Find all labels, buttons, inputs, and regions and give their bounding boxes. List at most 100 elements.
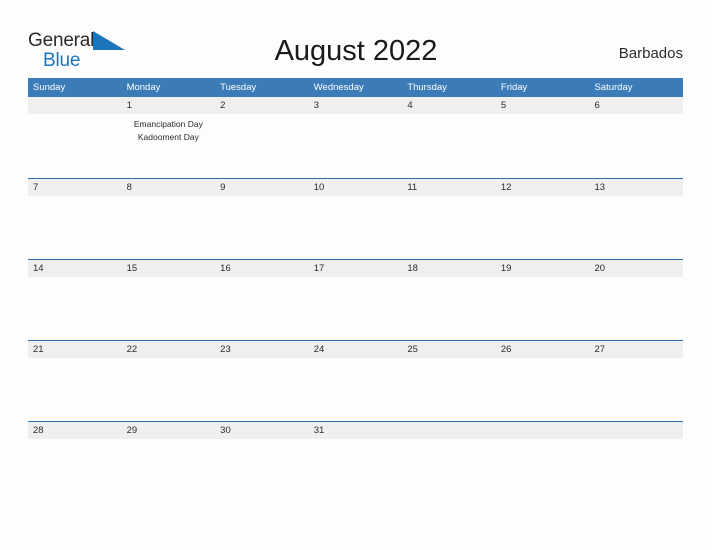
calendar-date-number[interactable]: 25 (402, 341, 496, 358)
calendar-day-events (122, 439, 216, 502)
calendar-day-events (122, 358, 216, 421)
calendar-day-events (402, 114, 496, 177)
calendar-date-number[interactable]: 29 (122, 422, 216, 439)
page-title: August 2022 (274, 35, 438, 67)
week-date-band: 14 15 16 17 18 19 20 (28, 260, 683, 277)
calendar-day-events (496, 358, 590, 421)
weekday-header-thursday: Thursday (407, 82, 447, 93)
country-label: Barbados (618, 45, 683, 62)
calendar-day-events (122, 196, 216, 259)
weekday-header-wednesday: Wednesday (313, 82, 364, 93)
calendar-date-number[interactable]: 14 (28, 260, 122, 277)
calendar-weeks: 1 2 3 4 5 6 Emancipation Day Kadooment Day 7 8 9 10… (28, 97, 683, 502)
calendar-date-number[interactable]: 7 (28, 179, 122, 196)
calendar-week-row: 1 2 3 4 5 6 Emancipation Day Kadooment Day (28, 97, 683, 178)
calendar-date-number[interactable]: 18 (402, 260, 496, 277)
calendar-day-events (215, 358, 309, 421)
calendar-date-number[interactable]: 10 (309, 179, 403, 196)
calendar-date-number[interactable]: 27 (589, 341, 683, 358)
calendar-day-events (589, 277, 683, 340)
calendar-day-events (215, 114, 309, 177)
calendar-date-number[interactable]: 9 (215, 179, 309, 196)
calendar-week-row: 28 29 30 31 (28, 421, 683, 502)
calendar-week-row: 14 15 16 17 18 19 20 (28, 259, 683, 340)
week-event-band: Emancipation Day Kadooment Day (28, 114, 683, 177)
calendar-day-events (589, 114, 683, 177)
calendar-week-row: 7 8 9 10 11 12 13 (28, 178, 683, 259)
calendar-date-number[interactable]: 23 (215, 341, 309, 358)
calendar-day-events (402, 439, 496, 502)
calendar-day-events (309, 358, 403, 421)
calendar-date-number[interactable]: 17 (309, 260, 403, 277)
calendar-date-number[interactable]: 4 (402, 97, 496, 114)
calendar-date-number (589, 422, 683, 439)
calendar-date-number[interactable]: 8 (122, 179, 216, 196)
week-event-band (28, 439, 683, 502)
calendar-day-events (215, 196, 309, 259)
calendar-day-events (309, 196, 403, 259)
page-header: General Blue August 2022 Barbados (0, 0, 712, 78)
calendar-day-events (496, 196, 590, 259)
calendar-day-events (496, 439, 590, 502)
calendar-day-events (122, 277, 216, 340)
calendar-date-number[interactable]: 6 (589, 97, 683, 114)
calendar-date-number[interactable]: 28 (28, 422, 122, 439)
weekday-header-tuesday: Tuesday (220, 82, 257, 93)
calendar-event-label: Emancipation Day (133, 119, 203, 129)
calendar-day-events (309, 277, 403, 340)
week-event-band (28, 277, 683, 340)
calendar-day-events (589, 439, 683, 502)
calendar-date-number[interactable]: 26 (496, 341, 590, 358)
calendar-week-row: 21 22 23 24 25 26 27 (28, 340, 683, 421)
calendar-date-number[interactable]: 22 (122, 341, 216, 358)
week-date-band: 7 8 9 10 11 12 13 (28, 179, 683, 196)
calendar-day-events (402, 277, 496, 340)
calendar-day-events (589, 196, 683, 259)
calendar-date-number[interactable]: 11 (402, 179, 496, 196)
calendar-day-events (402, 358, 496, 421)
calendar-day-events: Emancipation Day Kadooment Day (122, 114, 216, 177)
calendar-date-number (496, 422, 590, 439)
calendar-day-events (28, 196, 122, 259)
calendar-date-number[interactable]: 19 (496, 260, 590, 277)
calendar-day-events (28, 439, 122, 502)
calendar-day-events (28, 358, 122, 421)
calendar-day-events (28, 114, 122, 177)
calendar-date-number[interactable]: 24 (309, 341, 403, 358)
calendar-day-events (589, 358, 683, 421)
calendar-date-number (402, 422, 496, 439)
calendar-day-events (496, 277, 590, 340)
calendar-day-events (496, 114, 590, 177)
calendar-day-events (309, 114, 403, 177)
calendar-day-events (215, 439, 309, 502)
calendar-date-number[interactable]: 5 (496, 97, 590, 114)
calendar-date-number[interactable]: 2 (215, 97, 309, 114)
calendar-day-events (28, 277, 122, 340)
calendar-date-number[interactable]: 16 (215, 260, 309, 277)
calendar-date-number[interactable]: 3 (309, 97, 403, 114)
calendar-event-label: Kadooment Day (137, 131, 199, 142)
weekday-header-friday: Friday (500, 82, 528, 93)
week-event-band (28, 358, 683, 421)
calendar-date-number (28, 97, 122, 114)
weekday-header-row: Sunday Monday Tuesday Wednesday Thursday… (28, 78, 683, 97)
calendar-date-number[interactable]: 12 (496, 179, 590, 196)
weekday-header-saturday: Saturday (594, 82, 633, 93)
calendar-date-number[interactable]: 30 (215, 422, 309, 439)
calendar-date-number[interactable]: 1 (122, 97, 216, 114)
calendar-date-number[interactable]: 15 (122, 260, 216, 277)
calendar-day-events (215, 277, 309, 340)
calendar-day-events (402, 196, 496, 259)
weekday-header-monday: Monday (126, 82, 161, 93)
week-date-band: 21 22 23 24 25 26 27 (28, 341, 683, 358)
week-date-band: 123456 (28, 97, 683, 114)
calendar-date-number[interactable]: 20 (589, 260, 683, 277)
calendar-date-number[interactable]: 31 (309, 422, 403, 439)
week-event-band (28, 196, 683, 259)
calendar-day-events (309, 439, 403, 502)
calendar-grid: Sunday Monday Tuesday Wednesday Thursday… (28, 78, 683, 502)
weekday-header-sunday: Sunday (33, 82, 66, 93)
calendar-date-number[interactable]: 21 (28, 341, 122, 358)
calendar-date-number[interactable]: 13 (589, 179, 683, 196)
week-date-band: 28 29 30 31 (28, 422, 683, 439)
